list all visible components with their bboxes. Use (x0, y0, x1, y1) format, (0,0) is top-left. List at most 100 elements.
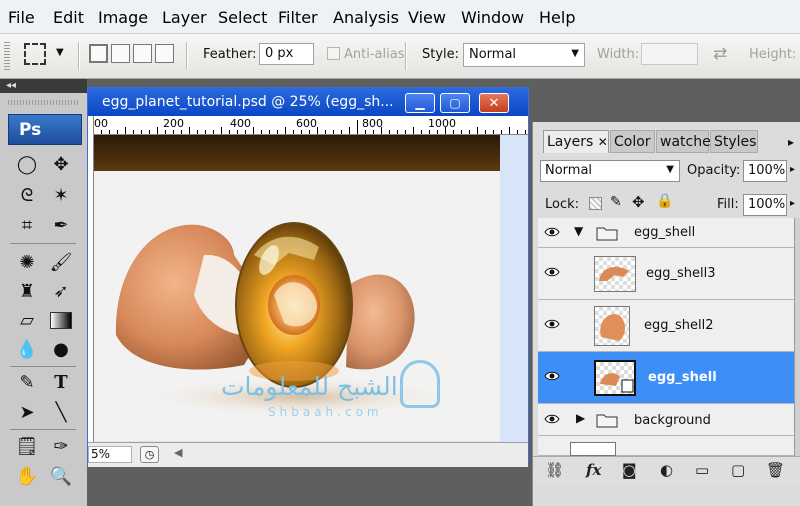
layers-scrollbar[interactable] (794, 218, 800, 456)
eyedropper-tool-icon[interactable]: ✒ (47, 211, 75, 239)
layer-style-fx-icon[interactable]: fx (586, 461, 601, 479)
intersect-selection-mode-icon[interactable] (155, 44, 174, 63)
minimize-button[interactable]: ▁ (405, 93, 435, 113)
new-layer-icon[interactable]: ▢ (731, 461, 745, 479)
ruler-tick (293, 130, 294, 134)
close-button[interactable]: ✕ (479, 93, 509, 113)
clone-stamp-tool-icon[interactable]: ♜ (13, 277, 41, 305)
ruler-tick (197, 130, 198, 134)
add-to-selection-mode-icon[interactable] (111, 44, 130, 63)
ruler-tick (189, 127, 190, 134)
layer-row-egg-shell-selected[interactable]: egg_shell (538, 352, 794, 404)
zoom-field[interactable]: 5% (88, 446, 132, 463)
spot-healing-brush-tool-icon[interactable]: ✺ (13, 248, 41, 276)
tools-panel-grip[interactable] (8, 100, 80, 105)
history-brush-tool-icon[interactable]: ➶ (47, 277, 75, 305)
lock-image-icon[interactable]: ✎ (610, 194, 622, 210)
tab-styles[interactable]: Styles (710, 130, 758, 153)
panel-menu-icon[interactable]: ▸ (788, 135, 794, 149)
eraser-tool-icon[interactable]: ▱ (13, 306, 41, 334)
scroll-left-icon[interactable]: ◀ (174, 446, 182, 459)
pen-tool-icon[interactable]: ✎ (13, 368, 41, 396)
move-tool-icon[interactable]: ✥ (47, 150, 75, 178)
notes-tool-icon[interactable]: 🗒 (13, 432, 41, 460)
hand-tool-icon[interactable]: ✋ (13, 462, 41, 490)
new-group-icon[interactable]: ▭ (695, 461, 709, 479)
elliptical-marquee-tool-icon[interactable]: ◯ (13, 150, 41, 178)
opacity-slider-icon[interactable]: ▸ (790, 164, 795, 175)
new-selection-mode-icon[interactable] (89, 44, 108, 63)
style-select[interactable]: Normal ▼ (463, 43, 585, 67)
menu-help[interactable]: Help (539, 8, 575, 27)
ruler-tick (373, 130, 374, 134)
zoom-tool-icon[interactable]: 🔍 (47, 462, 75, 490)
path-selection-tool-icon[interactable]: ➤ (13, 398, 41, 426)
subtract-from-selection-mode-icon[interactable] (133, 44, 152, 63)
ruler-tick (229, 130, 230, 134)
menu-view[interactable]: View (408, 8, 446, 27)
width-input[interactable] (641, 43, 698, 65)
layer-row-group-egg-shell[interactable]: ▼ egg_shell (538, 218, 794, 248)
maximize-button[interactable]: ▢ (440, 93, 470, 113)
eye-icon[interactable] (544, 413, 560, 425)
type-tool-icon[interactable]: T (47, 368, 75, 396)
fill-input[interactable]: 100% (743, 194, 787, 216)
group-expanded-icon[interactable]: ▼ (574, 224, 583, 238)
tab-color[interactable]: Color (610, 130, 655, 153)
tools-panel-collapse[interactable]: ◂◂ (0, 79, 87, 93)
layer-row-egg-shell2[interactable]: egg_shell2 (538, 300, 794, 352)
lasso-tool-icon[interactable]: ᘓ (13, 181, 41, 209)
menu-edit[interactable]: Edit (53, 8, 84, 27)
anti-alias-label: Anti-alias (344, 47, 405, 62)
anti-alias-checkbox[interactable] (327, 47, 340, 60)
photoshop-logo[interactable]: Ps (8, 114, 82, 145)
tab-layers[interactable]: Layers ✕ (543, 130, 609, 153)
chevron-down-icon[interactable]: ▼ (56, 47, 64, 58)
lock-transparent-icon[interactable] (589, 197, 602, 210)
line-tool-icon[interactable]: ╲ (47, 398, 75, 426)
opacity-input[interactable]: 100% (743, 160, 787, 182)
menu-select[interactable]: Select (218, 8, 267, 27)
menu-layer[interactable]: Layer (162, 8, 207, 27)
ruler-tick (485, 130, 486, 134)
layer-row-group-background[interactable]: ▶ background (538, 404, 794, 436)
eye-icon[interactable] (544, 370, 560, 382)
menu-image[interactable]: Image (98, 8, 148, 27)
eye-icon[interactable] (544, 318, 560, 330)
dodge-tool-icon[interactable]: ● (47, 335, 75, 363)
layer-row-egg-shell3[interactable]: egg_shell3 (538, 248, 794, 300)
blur-tool-icon[interactable]: 💧 (13, 335, 41, 363)
color-sampler-tool-icon[interactable]: ✑ (47, 432, 75, 460)
close-tab-icon[interactable]: ✕ (598, 135, 608, 149)
eye-icon[interactable] (544, 266, 560, 278)
adjustment-layer-icon[interactable]: ◐ (660, 461, 673, 479)
add-mask-icon[interactable]: ◙ (622, 461, 637, 479)
tab-swatches[interactable]: watches (656, 130, 718, 153)
options-bar-grip[interactable] (4, 42, 10, 70)
ruler-tick (421, 130, 422, 134)
status-info-icon[interactable]: ◷ (140, 446, 159, 463)
horizontal-ruler[interactable]: 00 200 400 600 800 1000 (93, 116, 528, 135)
delete-layer-icon[interactable]: 🗑 (766, 461, 785, 479)
brush-tool-icon[interactable]: 🖌 (47, 248, 75, 276)
options-bar: ▼ Feather: 0 px Anti-alias Style: Normal… (0, 34, 800, 79)
lock-position-icon[interactable]: ✥ (632, 193, 645, 211)
swap-width-height-icon[interactable]: ⇄ (713, 44, 727, 64)
lock-all-icon[interactable]: 🔒 (656, 193, 673, 209)
menu-filter[interactable]: Filter (278, 8, 318, 27)
menu-analysis[interactable]: Analysis (333, 8, 399, 27)
eye-icon[interactable] (544, 226, 560, 238)
fill-slider-icon[interactable]: ▸ (790, 198, 795, 209)
link-layers-icon[interactable]: ⛓ (545, 461, 564, 479)
crop-tool-icon[interactable]: ⌗ (13, 211, 41, 239)
menu-window[interactable]: Window (461, 8, 524, 27)
magic-wand-tool-icon[interactable]: ✶ (47, 181, 75, 209)
blend-mode-select[interactable]: Normal ▼ (540, 160, 680, 182)
document-title-bar[interactable]: egg_planet_tutorial.psd @ 25% (egg_sh...… (88, 88, 528, 116)
gradient-tool-icon[interactable] (47, 306, 75, 334)
feather-input[interactable]: 0 px (259, 43, 314, 65)
layer-row-partial[interactable] (538, 436, 794, 456)
menu-file[interactable]: File (8, 8, 35, 27)
group-collapsed-icon[interactable]: ▶ (576, 411, 585, 425)
rectangular-marquee-preset-icon[interactable] (24, 43, 46, 65)
